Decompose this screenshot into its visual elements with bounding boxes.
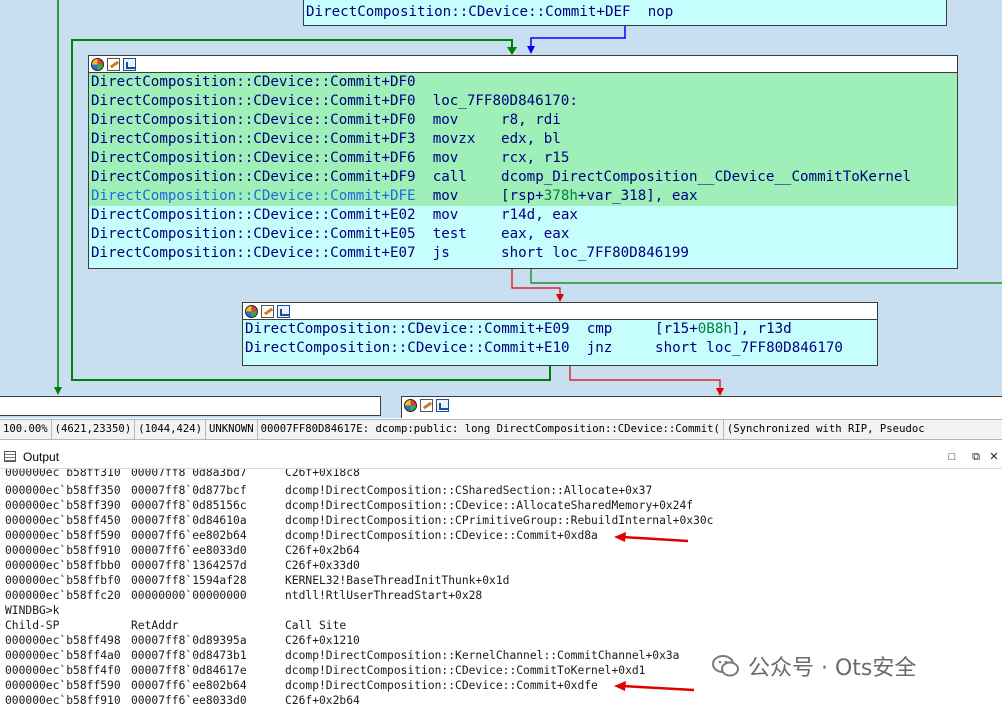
address: DirectComposition::CDevice::Commit+DEF <box>306 4 631 20</box>
address: DirectComposition::CDevice::Commit+E09 <box>245 321 570 337</box>
code-block-cmp[interactable]: DirectComposition::CDevice::Commit+E09 c… <box>242 302 878 366</box>
code-line[interactable]: DirectComposition::CDevice::Commit+E07 j… <box>89 244 957 263</box>
mnemonic: call <box>432 169 467 185</box>
zoom-level: 100.00% <box>0 420 52 439</box>
block-header <box>243 303 877 320</box>
edge-main-right <box>530 268 1002 284</box>
graph-overview-box[interactable] <box>0 396 381 416</box>
segment-name: UNKNOWN <box>206 420 258 439</box>
code-line[interactable]: DirectComposition::CDevice::Commit+DEF n… <box>304 0 946 23</box>
status-bar: 100.00% (4621,23350) (1044,424) UNKNOWN … <box>0 419 1002 440</box>
mnemonic: jnz <box>586 340 613 356</box>
mnemonic: mov <box>432 150 459 166</box>
mnemonic: test <box>432 226 467 242</box>
group-icon[interactable] <box>123 57 136 71</box>
edge-main-to-cmp <box>511 268 561 296</box>
output-window-icon <box>4 451 16 462</box>
restore-icon[interactable]: ⧉ <box>968 449 984 465</box>
operands: eax, eax <box>501 226 570 242</box>
maximize-icon[interactable]: □ <box>944 449 960 465</box>
mnemonic: mov <box>432 188 459 204</box>
label: loc_7FF80D846170: <box>432 93 578 109</box>
close-icon[interactable]: ✕ <box>986 449 1002 465</box>
mnemonic: mov <box>432 112 459 128</box>
code-line[interactable]: DirectComposition::CDevice::Commit+DF9 c… <box>89 168 957 187</box>
code-line[interactable]: DirectComposition::CDevice::Commit+E10 j… <box>243 339 877 358</box>
current-location: 00007FF80D84617E: dcomp:public: long Dir… <box>258 420 724 439</box>
block-header <box>89 56 957 73</box>
mnemonic: cmp <box>586 321 613 337</box>
operands: [r15+0B8h], r13d <box>655 321 792 337</box>
code-line[interactable]: DirectComposition::CDevice::Commit+E05 t… <box>89 225 957 244</box>
output-panel-title: Output <box>23 450 60 464</box>
code-line[interactable]: DirectComposition::CDevice::Commit+DF0 m… <box>89 111 957 130</box>
jump-target[interactable]: short loc_7FF80D846199 <box>501 245 689 261</box>
address: DirectComposition::CDevice::Commit+DF6 <box>91 150 416 166</box>
code-block-top[interactable]: DirectComposition::CDevice::Commit+DEF n… <box>303 0 947 26</box>
address: DirectComposition::CDevice::Commit+DF0 <box>91 112 416 128</box>
color-icon[interactable] <box>91 57 104 71</box>
code-line[interactable]: DirectComposition::CDevice::Commit+DF6 m… <box>89 149 957 168</box>
address: DirectComposition::CDevice::Commit+E07 <box>91 245 416 261</box>
operands: edx, bl <box>501 131 561 147</box>
edit-icon[interactable] <box>107 57 120 71</box>
address: DirectComposition::CDevice::Commit+DF9 <box>91 169 416 185</box>
edit-icon[interactable] <box>420 398 433 412</box>
operands: r14d, eax <box>501 207 578 223</box>
watermark: 公众号 · Ots安全 <box>712 652 917 681</box>
edge-fallthrough <box>530 24 626 48</box>
annotation-arrow <box>614 532 689 543</box>
watermark-text: 公众号 · Ots安全 <box>748 656 917 681</box>
mnemonic: js <box>432 245 450 261</box>
mnemonic: movzx <box>432 131 476 147</box>
address: DirectComposition::CDevice::Commit+E10 <box>245 340 570 356</box>
edit-icon[interactable] <box>261 304 274 318</box>
operands: [rsp+378h+var_318], eax <box>501 188 698 204</box>
sync-status: (Synchronized with RIP, Pseudoc <box>726 423 925 435</box>
address: DirectComposition::CDevice::Commit+E02 <box>91 207 416 223</box>
code-line-selected[interactable]: DirectComposition::CDevice::Commit+DFE m… <box>89 187 957 206</box>
code-line[interactable]: DirectComposition::CDevice::Commit+E09 c… <box>243 320 877 339</box>
operands: rcx, r15 <box>501 150 570 166</box>
graph-coords: (4621,23350) <box>52 420 136 439</box>
jump-target[interactable]: short loc_7FF80D846170 <box>655 340 843 356</box>
color-icon[interactable] <box>404 398 417 412</box>
address: DirectComposition::CDevice::Commit+DF3 <box>91 131 416 147</box>
wechat-icon <box>712 655 739 677</box>
address: DirectComposition::CDevice::Commit+DF0 <box>91 93 416 109</box>
code-line[interactable]: DirectComposition::CDevice::Commit+DF0 l… <box>89 92 957 111</box>
code-block-next[interactable] <box>401 396 1002 418</box>
annotation-arrow <box>614 681 695 692</box>
address: DirectComposition::CDevice::Commit+E05 <box>91 226 416 242</box>
address: DirectComposition::CDevice::Commit+DF0 <box>91 74 416 90</box>
block-header <box>402 397 1002 413</box>
code-line[interactable]: DirectComposition::CDevice::Commit+DF3 m… <box>89 130 957 149</box>
output-panel-header[interactable]: Output □ ⧉ ✕ <box>0 446 1002 469</box>
group-icon[interactable] <box>277 304 290 318</box>
address-current: DirectComposition::CDevice::Commit+DFE <box>91 188 416 204</box>
mnemonic: mov <box>432 207 459 223</box>
mnemonic: nop <box>647 4 674 20</box>
code-block-main[interactable]: DirectComposition::CDevice::Commit+DF0 D… <box>88 55 958 269</box>
screen-coords: (1044,424) <box>135 420 206 439</box>
code-line[interactable]: DirectComposition::CDevice::Commit+E02 m… <box>89 206 957 225</box>
color-icon[interactable] <box>245 304 258 318</box>
operands: r8, rdi <box>501 112 561 128</box>
call-target[interactable]: dcomp_DirectComposition__CDevice__Commit… <box>501 169 911 185</box>
edge-cmp-to-next <box>569 366 721 390</box>
group-icon[interactable] <box>436 398 449 412</box>
code-line[interactable]: DirectComposition::CDevice::Commit+DF0 <box>89 73 957 92</box>
graph-view[interactable]: DirectComposition::CDevice::Commit+DEF n… <box>0 0 1002 418</box>
